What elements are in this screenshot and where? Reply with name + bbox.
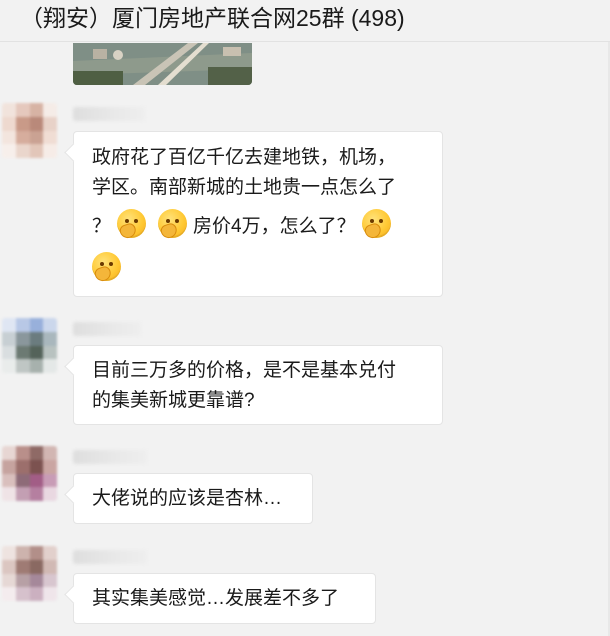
thinking-emoji-icon xyxy=(361,209,391,238)
message-text: 学区。南部新城的土地贵一点怎么了 xyxy=(92,177,397,198)
chat-title[interactable]: （翔安）厦门房地产联合网25群 (498) xyxy=(20,3,405,33)
message-text: 目前三万多的价格，是不是基本兑付 xyxy=(92,360,397,381)
message-text: 其实集美感觉…发展差不多了 xyxy=(92,588,340,609)
sender-name-blurred xyxy=(73,450,147,464)
message-text: 政府花了百亿千亿去建地铁，机场， xyxy=(92,147,397,168)
shared-image[interactable] xyxy=(73,43,252,85)
thinking-emoji-icon xyxy=(92,252,121,281)
message-text: ？ xyxy=(92,216,112,237)
message-bubble[interactable]: 其实集美感觉…发展差不多了 xyxy=(73,573,376,624)
image-thumbnail-icon xyxy=(73,43,252,85)
message-text: 的集美新城更靠谱? xyxy=(92,390,255,411)
thinking-emoji-icon xyxy=(117,209,147,238)
message-text: 大佬说的应该是杏林… xyxy=(92,488,283,509)
message-bubble[interactable]: 政府花了百亿千亿去建地铁，机场， 学区。南部新城的土地贵一点怎么了 ？ 房价4万，… xyxy=(73,131,443,297)
avatar[interactable] xyxy=(2,546,57,601)
message-bubble[interactable]: 目前三万多的价格，是不是基本兑付 的集美新城更靠谱? xyxy=(73,345,443,425)
sender-name-blurred xyxy=(73,322,141,336)
message-text: 房价4万，怎么了？ xyxy=(193,216,356,237)
avatar[interactable] xyxy=(2,318,57,373)
avatar[interactable] xyxy=(2,446,57,501)
message-line xyxy=(86,252,424,285)
message-line: ？ 房价4万，怎么了？ xyxy=(92,209,424,242)
sender-name-blurred xyxy=(73,550,147,564)
sender-name-blurred xyxy=(73,107,145,121)
avatar[interactable] xyxy=(2,103,57,158)
message-bubble[interactable]: 大佬说的应该是杏林… xyxy=(73,473,313,524)
thinking-emoji-icon xyxy=(158,209,188,238)
chat-header: （翔安）厦门房地产联合网25群 (498) xyxy=(0,0,610,42)
